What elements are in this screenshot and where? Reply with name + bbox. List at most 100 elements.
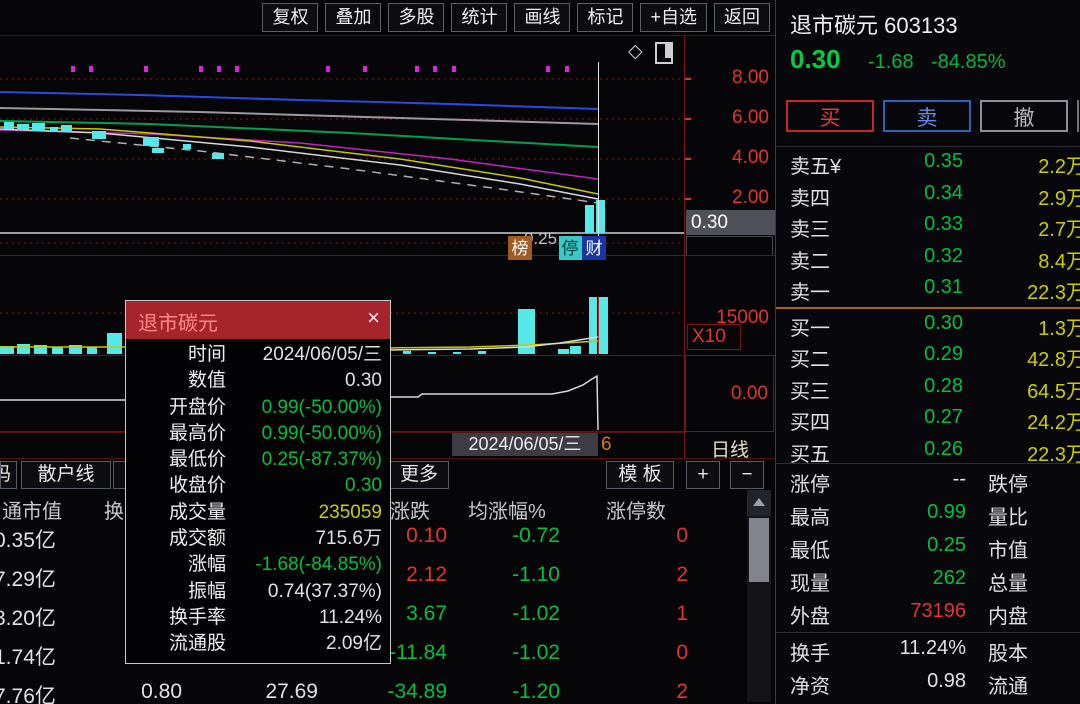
bid-row-2[interactable]: 买二0.2942.8万 [776,343,1080,371]
tab-retail-line[interactable]: 散户线 [21,461,111,489]
tt-value: 2.09亿 [226,631,382,657]
last-price: 0.30 [790,44,841,75]
axis-label: 8.00 [732,67,769,89]
rank-badge[interactable]: 榜 [508,236,532,260]
up-arrow-icon [753,498,765,506]
axis-tick [685,118,691,120]
template-button[interactable]: 模 板 [606,461,674,489]
stock-name: 退市碳元 [790,13,878,38]
axis-tick [685,78,691,80]
add-watchlist-button[interactable]: +自选 [640,3,707,32]
bid-ask-divider [776,307,1080,309]
tt-label: 最高价 [130,421,226,447]
tt-value: 0.99(-50.00%) [226,421,382,447]
cancel-button[interactable]: 撤 [980,100,1068,132]
col-header-avg-change[interactable]: 均涨幅% [468,495,546,524]
tt-label: 时间 [130,342,226,368]
buy-button[interactable]: 买 [786,100,874,132]
stock-code: 603133 [884,13,957,38]
current-price-tag: 0.30 [686,210,777,235]
svg-text:停: 停 [562,239,579,258]
indicator-axis-box: 0.00 [685,355,774,432]
panel-divider [776,632,1080,633]
tt-value: 715.6万 [226,526,382,552]
axis-label: 6.00 [732,107,769,129]
data-tooltip: 退市碳元 × 时间2024/06/05/三 数值0.30 开盘价0.99(-50… [125,300,391,664]
ask-row-2[interactable]: 卖二0.328.4万 [776,245,1080,273]
clipped-button-edge [1077,100,1079,132]
bid-row-5[interactable]: 买五0.2622.3万 [776,438,1080,466]
tt-value: 235059 [226,500,382,526]
back-button[interactable]: 返回 [714,3,770,32]
draw-line-button[interactable]: 画线 [514,3,570,32]
multi-stock-button[interactable]: 多股 [388,3,444,32]
axis-tick [685,158,691,160]
col-header-limit-count[interactable]: 涨停数 [606,495,666,524]
statistics-button[interactable]: 统计 [451,3,507,32]
price-change-pct: -84.85% [931,51,1006,74]
more-button[interactable]: 更多 [389,461,449,489]
stat-row: 现量262总量 [776,567,1080,595]
bid-row-4[interactable]: 买四0.2724.2万 [776,406,1080,434]
stat-row: 最低0.25市值 [776,534,1080,562]
date-suffix-label: 6 [601,434,612,456]
sell-button[interactable]: 卖 [883,100,971,132]
col-header-marketcap[interactable]: 通市值 [2,495,62,524]
tt-value: -1.68(-84.85%) [226,552,382,578]
tt-label: 成交额 [130,526,226,552]
tt-value: 0.99(-50.00%) [226,395,382,421]
panel-divider [776,146,1080,147]
stat-row: 净资0.98流通 [776,670,1080,698]
signal-dots [71,66,569,72]
axis-label: 4.00 [732,147,769,169]
tt-label: 开盘价 [130,395,226,421]
ask-row-3[interactable]: 卖三0.332.7万 [776,213,1080,241]
stat-row: 涨停--跌停 [776,468,1080,496]
ma-lines [0,92,598,203]
finance-badge[interactable]: 财 [582,236,606,260]
tt-value: 11.24% [226,605,382,631]
tt-label: 收盘价 [130,473,226,499]
split-view-icon[interactable] [655,42,673,64]
tt-value: 0.25(-87.37%) [226,447,382,473]
stat-row: 外盘73196内盘 [776,600,1080,628]
close-icon[interactable]: × [367,305,380,331]
scroll-up-button[interactable] [747,490,771,516]
diamond-icon[interactable]: ◇ [628,40,643,63]
axis-pane-divider [685,255,776,256]
trading-terminal: 复权 叠加 多股 统计 画线 标记 +自选 返回 [0,0,1080,704]
tab-partial[interactable]: 码 [0,461,17,489]
overlay-button[interactable]: 叠加 [325,3,381,32]
ask-row-5[interactable]: 卖五¥0.352.2万 [776,150,1080,178]
tt-label: 最低价 [130,447,226,473]
crosshair-date-label: 2024/06/05/三 [452,433,598,456]
price-change: -1.68 [868,51,914,74]
mark-button[interactable]: 标记 [577,3,633,32]
tt-value: 0.74(37.37%) [226,579,382,605]
zoom-in-button[interactable]: + [686,461,720,489]
halt-badge[interactable]: 停 [559,236,582,260]
indicator-axis-label: 0.00 [731,383,768,405]
ask-row-4[interactable]: 卖四0.342.9万 [776,182,1080,210]
tt-label: 振幅 [130,579,226,605]
bid-row-1[interactable]: 买一0.301.3万 [776,312,1080,340]
table-scrollbar[interactable] [747,490,771,702]
stat-row: 换手11.24%股本 [776,637,1080,665]
bid-row-3[interactable]: 买三0.2864.5万 [776,375,1080,403]
panel-divider [776,463,1080,464]
scrollbar-thumb[interactable] [749,518,769,582]
axis-label: 2.00 [732,187,769,209]
col-header-change[interactable]: 涨跌 [390,495,430,524]
svg-text:财: 财 [586,239,603,258]
axis-tick [685,198,691,200]
stat-row: 最高0.99量比 [776,501,1080,529]
tt-label: 涨幅 [130,552,226,578]
price-tag-outline [686,236,773,256]
restore-rights-button[interactable]: 复权 [262,3,318,32]
tt-label: 成交量 [130,500,226,526]
ask-row-1[interactable]: 卖一0.3122.3万 [776,276,1080,304]
quote-panel: 退市碳元 603133 0.30 -1.68 -84.85% 买 卖 撤 卖五¥… [775,0,1080,704]
zoom-out-button[interactable]: − [730,461,764,489]
tooltip-header[interactable]: 退市碳元 × [126,301,390,339]
tooltip-body: 时间2024/06/05/三 数值0.30 开盘价0.99(-50.00%) 最… [126,339,390,663]
